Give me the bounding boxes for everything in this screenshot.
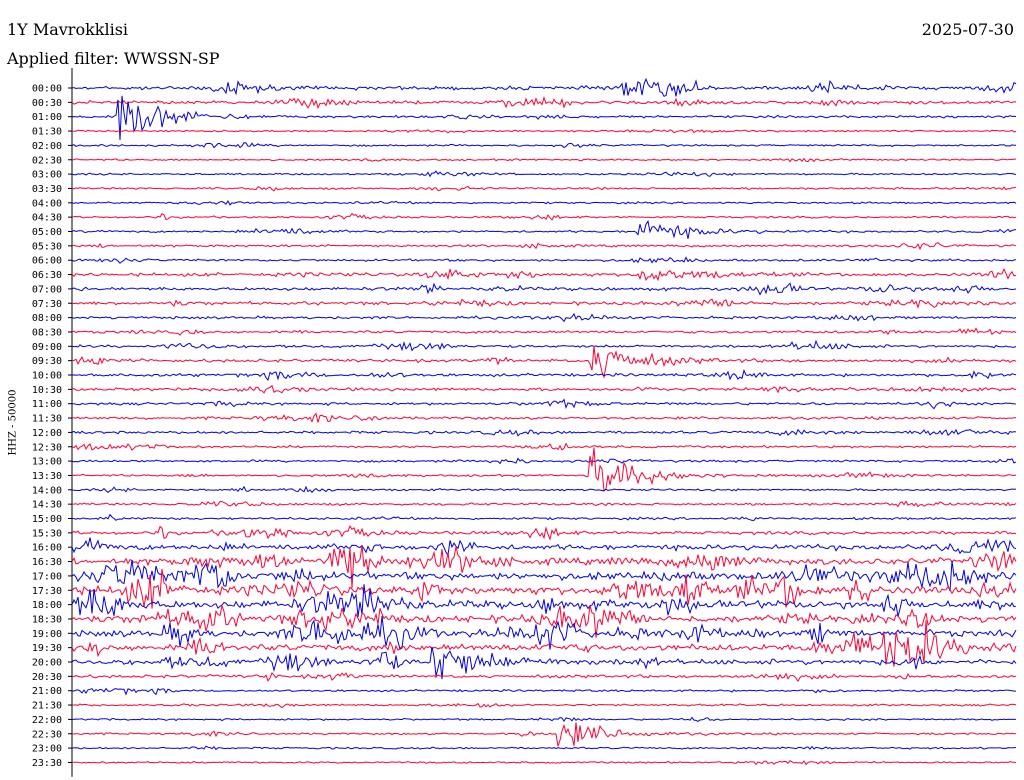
trace-row-2200: [72, 716, 1017, 723]
trace-row-2130: [72, 702, 1017, 709]
time-tick-label: 13:00: [32, 457, 62, 468]
time-tick-label: 09:30: [32, 356, 62, 367]
trace-row-0000: [71, 77, 1017, 97]
trace-row-1330: [71, 447, 1017, 493]
time-tick-label: 17:00: [32, 571, 62, 582]
trace-row-0500: [71, 220, 1017, 239]
time-tick-label: 00:30: [32, 98, 62, 109]
time-tick-label: 11:30: [32, 414, 62, 425]
time-tick-label: 18:30: [32, 614, 62, 625]
helicorder-plot: 00:00 00:30 01:00 01:30 02:00 02:30 03:00 03:30…: [32, 68, 1017, 777]
time-tick-label: 18:00: [32, 600, 62, 611]
time-tick-label: 13:30: [32, 471, 62, 482]
time-tick-label: 16:30: [32, 557, 62, 568]
trace-row-0600: [71, 256, 1017, 264]
trace-row-0330: [71, 185, 1017, 192]
time-tick-label: 19:00: [32, 629, 62, 640]
time-tick-label: 15:30: [32, 528, 62, 539]
time-tick-label: 21:30: [32, 701, 62, 712]
time-tick-label: 06:30: [32, 270, 62, 281]
trace-row-1500: [71, 513, 1017, 521]
time-tick-label: 12:00: [32, 428, 62, 439]
trace-row-0130: [71, 128, 1017, 134]
time-tick-label: 02:00: [32, 141, 62, 152]
trace-row-0630: [71, 267, 1017, 282]
trace-row-1600: [71, 537, 1017, 557]
trace-row-0530: [71, 242, 1017, 251]
trace-row-1200: [71, 428, 1017, 437]
time-tick-label: 21:00: [32, 686, 62, 697]
trace-row-0730: [71, 298, 1017, 309]
trace-row-1000: [71, 369, 1017, 382]
trace-row-1530: [71, 524, 1017, 541]
trace-row-0300: [71, 170, 1017, 178]
time-tick-label: 01:30: [32, 127, 62, 138]
trace-row-0230: [71, 157, 1016, 163]
time-tick-label: 14:30: [32, 500, 62, 511]
trace-row-2300: [71, 745, 1016, 751]
time-tick-label: 06:00: [32, 256, 62, 267]
trace-row-0700: [71, 282, 1017, 296]
time-tick-label: 22:30: [32, 729, 62, 740]
trace-row-0030: [71, 96, 1017, 110]
trace-row-0100: [71, 95, 1017, 141]
time-tick-label: 15:00: [32, 514, 62, 525]
time-tick-label: 04:00: [32, 198, 62, 209]
time-tick-label: 08:30: [32, 327, 62, 338]
trace-row-2330: [71, 760, 1017, 766]
time-tick-label: 01:00: [32, 112, 62, 123]
time-tick-label: 07:30: [32, 299, 62, 310]
trace-row-1800: [71, 584, 1017, 618]
trace-row-2030: [71, 671, 1017, 683]
time-tick-label: 16:00: [32, 543, 62, 554]
trace-row-1030: [71, 384, 1017, 394]
trace-row-1230: [71, 442, 1017, 451]
time-tick-label: 04:30: [32, 213, 62, 224]
trace-row-0200: [71, 142, 1017, 149]
time-tick-label: 14:00: [32, 485, 62, 496]
time-tick-label: 05:30: [32, 241, 62, 252]
time-tick-label: 00:00: [32, 84, 62, 95]
trace-row-0930: [71, 346, 1017, 379]
time-tick-label: 05:00: [32, 227, 62, 238]
trace-row-2100: [71, 687, 1016, 696]
trace-row-1430: [72, 500, 1017, 508]
trace-row-1630: [71, 545, 1017, 589]
trace-row-1100: [71, 398, 1017, 410]
time-tick-label: 20:30: [32, 672, 62, 683]
trace-row-1930: [71, 620, 1017, 667]
time-tick-label: 03:00: [32, 170, 62, 181]
trace-row-1400: [71, 485, 1017, 494]
time-tick-label: 23:00: [32, 744, 62, 755]
time-tick-label: 23:30: [32, 758, 62, 769]
time-tick-label: 09:00: [32, 342, 62, 353]
time-tick-label: 11:00: [32, 399, 62, 410]
time-tick-label: 17:30: [32, 586, 62, 597]
trace-row-0430: [71, 212, 1017, 221]
helicorder-page: { "header": { "station": "1Y Mavrokklisi…: [0, 0, 1024, 780]
trace-row-2230: [71, 722, 1017, 747]
time-tick-label: 10:00: [32, 371, 62, 382]
time-tick-label: 19:30: [32, 643, 62, 654]
trace-row-0400: [71, 199, 1017, 206]
trace-row-1300: [71, 457, 1017, 465]
trace-row-0830: [71, 327, 1017, 336]
time-tick-label: 07:00: [32, 284, 62, 295]
trace-row-1130: [71, 412, 1017, 424]
time-tick-label: 08:00: [32, 313, 62, 324]
time-tick-label: 02:30: [32, 155, 62, 166]
time-tick-label: 12:30: [32, 442, 62, 453]
time-tick-label: 20:00: [32, 658, 62, 669]
trace-row-1700: [71, 559, 1017, 592]
trace-row-0900: [71, 339, 1017, 352]
time-tick-label: 03:30: [32, 184, 62, 195]
trace-row-1830: [71, 604, 1017, 638]
time-tick-label: 10:30: [32, 385, 62, 396]
trace-row-0800: [71, 312, 1017, 323]
time-tick-label: 22:00: [32, 715, 62, 726]
